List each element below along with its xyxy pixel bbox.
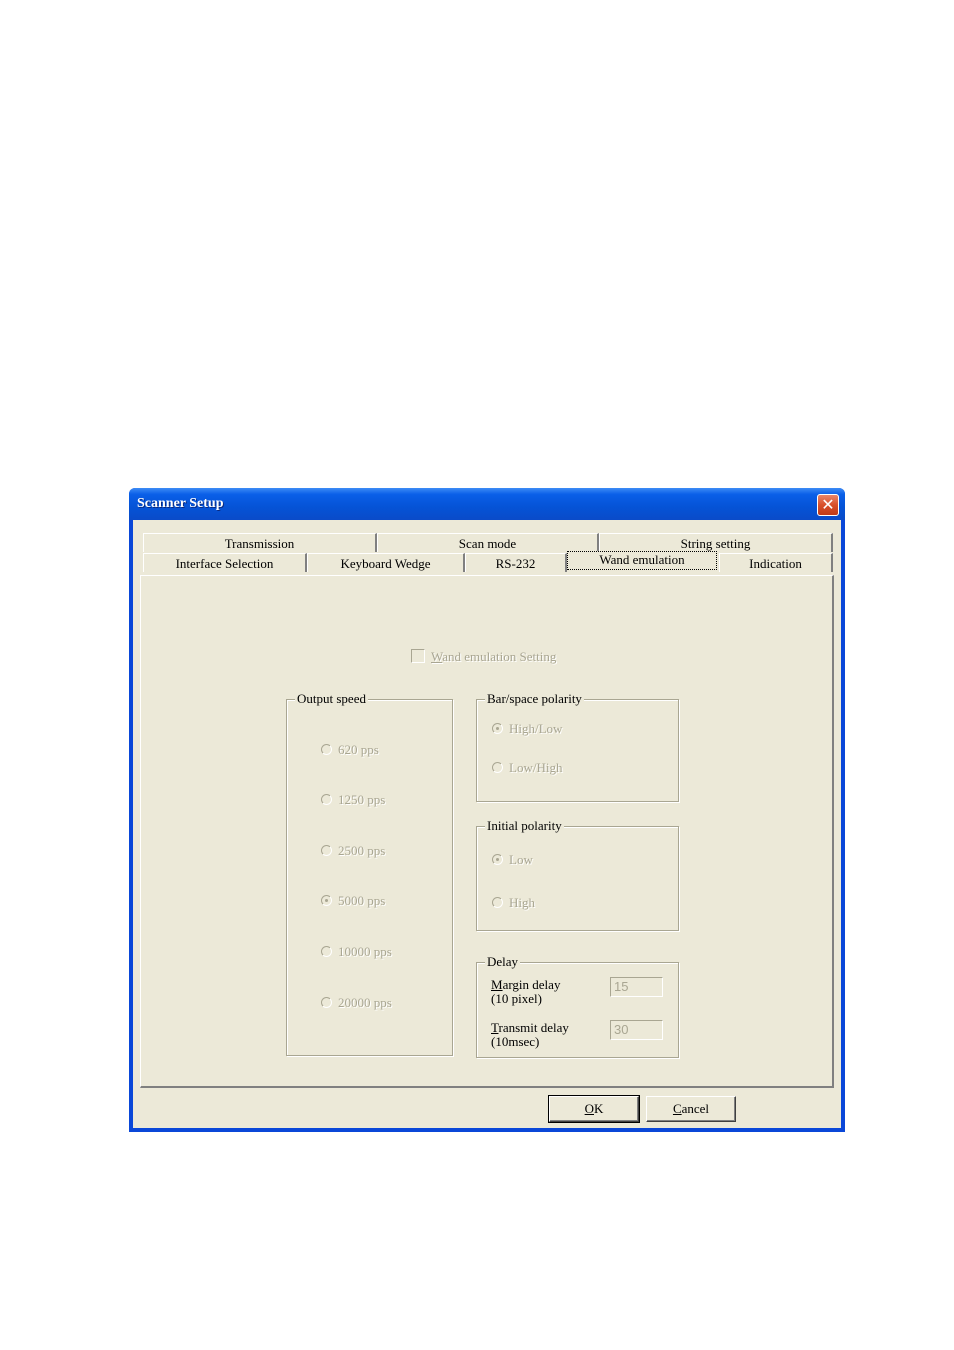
radio-selected-icon: [492, 723, 503, 734]
radio-icon: [492, 897, 503, 908]
initial-polarity-group: Initial polarity Low High: [476, 818, 679, 931]
output-speed-legend: Output speed: [295, 691, 368, 707]
transmit-delay-input[interactable]: 30: [610, 1020, 663, 1040]
initial-polarity-legend: Initial polarity: [485, 818, 564, 834]
tab-label: Interface Selection: [175, 556, 274, 571]
margin-delay-input[interactable]: 15: [610, 977, 663, 997]
radio-label: 2500 pps: [338, 843, 386, 858]
radio-icon: [321, 946, 332, 957]
delay-group: Delay Margin delay (10 pixel) 15 Transmi…: [476, 954, 679, 1058]
radio-initial-low[interactable]: Low: [492, 852, 533, 868]
ok-label: K: [594, 1101, 604, 1116]
tab-label: Keyboard Wedge: [340, 556, 431, 571]
transmit-delay-text: ransmit delay: [498, 1020, 569, 1035]
bar-space-polarity-legend: Bar/space polarity: [485, 691, 584, 707]
checkbox-label: and emulation Setting: [442, 649, 557, 664]
tab-label: Transmission: [224, 536, 295, 551]
radio-label: Low: [509, 852, 533, 867]
radio-10000-pps[interactable]: 10000 pps: [321, 944, 392, 960]
margin-delay-unit: (10 pixel): [491, 991, 542, 1006]
margin-delay-text: argin delay: [502, 977, 561, 992]
radio-icon: [321, 845, 332, 856]
window-title: Scanner Setup: [137, 496, 224, 511]
dialog-client-area: Transmission Scan mode String setting In…: [133, 520, 841, 1128]
cancel-accel: C: [672, 1101, 682, 1116]
radio-selected-icon: [492, 854, 503, 865]
cancel-label: ancel: [681, 1101, 710, 1116]
radio-label: 10000 pps: [338, 944, 392, 959]
transmit-delay-unit: (10msec): [491, 1034, 540, 1049]
wand-emulation-panel: Wand emulation Setting Output speed 620 …: [140, 575, 834, 1088]
margin-delay-accel: M: [491, 977, 503, 992]
tab-keyboard-wedge[interactable]: Keyboard Wedge: [307, 553, 465, 572]
radio-selected-icon: [321, 895, 332, 906]
radio-1250-pps[interactable]: 1250 pps: [321, 792, 385, 808]
delay-legend: Delay: [485, 954, 521, 970]
radio-icon: [321, 744, 332, 755]
radio-label: High/Low: [509, 721, 563, 736]
tab-interface-selection[interactable]: Interface Selection: [143, 553, 307, 572]
radio-label: Low/High: [509, 760, 563, 775]
tab-scan-mode[interactable]: Scan mode: [377, 533, 599, 552]
radio-label: 1250 pps: [338, 792, 386, 807]
margin-delay-label: Margin delay (10 pixel): [491, 978, 560, 1006]
radio-low-high[interactable]: Low/High: [492, 760, 562, 776]
tab-label: Scan mode: [458, 536, 517, 551]
tab-label: RS-232: [495, 556, 536, 571]
radio-label: 20000 pps: [338, 995, 392, 1010]
radio-icon: [321, 997, 332, 1008]
tab-label: String setting: [680, 536, 751, 551]
bar-space-polarity-group: Bar/space polarity High/Low Low/High: [476, 691, 679, 802]
tab-rs-232[interactable]: RS-232: [465, 553, 567, 572]
wand-emulation-setting-checkbox[interactable]: Wand emulation Setting: [411, 649, 556, 665]
tab-wand-emulation[interactable]: Wand emulation: [567, 551, 717, 570]
radio-label: 620 pps: [338, 742, 379, 757]
ok-accel: O: [584, 1101, 594, 1116]
radio-label: High: [509, 895, 535, 910]
transmit-delay-label: Transmit delay (10msec): [491, 1021, 569, 1049]
tab-transmission[interactable]: Transmission: [143, 533, 377, 552]
radio-620-pps[interactable]: 620 pps: [321, 742, 379, 758]
radio-initial-high[interactable]: High: [492, 895, 535, 911]
radio-5000-pps[interactable]: 5000 pps: [321, 893, 385, 909]
cancel-button[interactable]: Cancel: [646, 1096, 736, 1122]
radio-20000-pps[interactable]: 20000 pps: [321, 995, 392, 1011]
close-icon[interactable]: ✕: [817, 494, 839, 516]
ok-button[interactable]: OK: [548, 1095, 640, 1123]
scanner-setup-dialog: Scanner Setup ✕ Transmission Scan mode S…: [129, 488, 845, 1132]
radio-icon: [492, 762, 503, 773]
title-bar[interactable]: Scanner Setup ✕: [129, 488, 845, 520]
output-speed-group: Output speed 620 pps 1250 pps 2500 pps 5…: [286, 691, 453, 1056]
tab-label: Indication: [749, 556, 802, 571]
tab-label: Wand emulation: [599, 552, 685, 567]
checkbox-accel: W: [431, 649, 443, 664]
checkbox-box[interactable]: [411, 649, 425, 663]
radio-icon: [321, 794, 332, 805]
radio-high-low[interactable]: High/Low: [492, 721, 562, 737]
tab-string-setting[interactable]: String setting: [599, 533, 833, 552]
tab-indication[interactable]: Indication: [719, 553, 833, 572]
radio-label: 5000 pps: [338, 893, 386, 908]
radio-2500-pps[interactable]: 2500 pps: [321, 843, 385, 859]
